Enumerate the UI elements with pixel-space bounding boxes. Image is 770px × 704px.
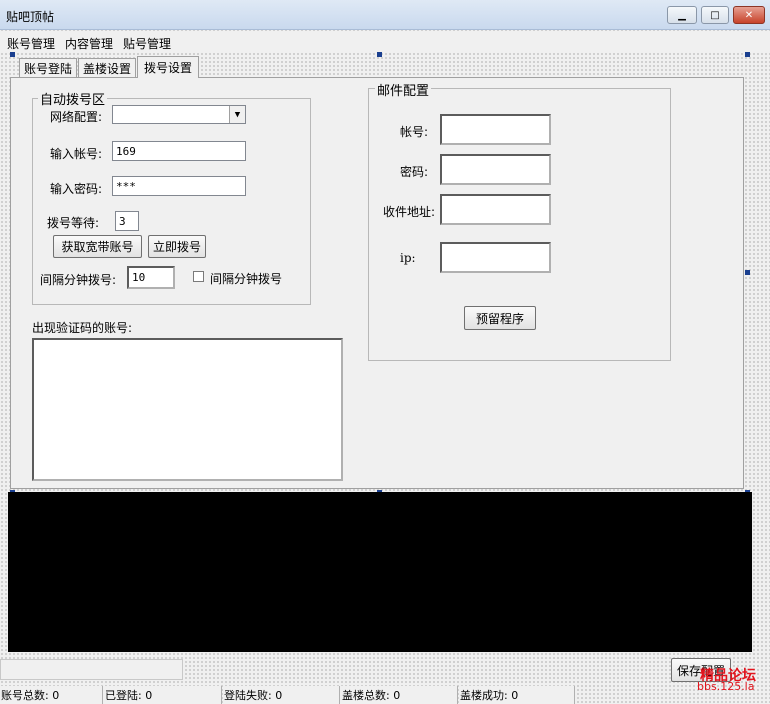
mail-config-legend: 邮件配置 bbox=[375, 80, 432, 99]
chevron-down-icon[interactable]: ▼ bbox=[229, 106, 245, 123]
interval-minutes-value: 10 bbox=[132, 271, 146, 284]
log-output-area[interactable] bbox=[8, 492, 752, 652]
account-input[interactable]: 169 bbox=[112, 141, 246, 161]
minimize-icon: ▁ bbox=[678, 9, 686, 21]
menu-content-manage[interactable]: 内容管理 bbox=[65, 35, 113, 52]
window-title: 贴吧顶帖 bbox=[6, 10, 55, 24]
close-button[interactable]: ✕ bbox=[733, 6, 765, 24]
minimize-button[interactable]: ▁ bbox=[667, 6, 697, 24]
interval-dial-label: 间隔分钟拨号: bbox=[40, 273, 117, 287]
status-login-failed: 登陆失败: 0 bbox=[223, 686, 340, 704]
close-icon: ✕ bbox=[744, 9, 754, 21]
captcha-accounts-list[interactable] bbox=[32, 338, 343, 481]
tab-account-login[interactable]: 账号登陆 bbox=[19, 58, 77, 78]
get-broadband-account-button[interactable]: 获取宽带账号 bbox=[53, 235, 142, 258]
status-total-accounts: 账号总数: 0 bbox=[0, 686, 103, 704]
dial-wait-input[interactable]: 3 bbox=[115, 211, 139, 231]
ip-input[interactable] bbox=[440, 242, 551, 273]
status-floor-success: 盖楼成功: 0 bbox=[459, 686, 575, 704]
password-label: 输入密码: bbox=[50, 182, 103, 196]
auto-dial-legend: 自动拨号区 bbox=[38, 89, 108, 108]
reserve-program-button[interactable]: 预留程序 bbox=[464, 306, 536, 330]
selection-handle bbox=[10, 52, 15, 57]
account-label: 输入帐号: bbox=[50, 147, 103, 161]
selection-handle bbox=[745, 52, 750, 57]
network-config-label: 网络配置: bbox=[50, 110, 103, 124]
ip-label: ip: bbox=[400, 251, 416, 265]
dial-now-button[interactable]: 立即拨号 bbox=[148, 235, 206, 258]
recipient-address-label: 收件地址: bbox=[383, 205, 436, 219]
password-value: *** bbox=[116, 179, 136, 193]
menu-account-manage[interactable]: 账号管理 bbox=[7, 35, 55, 52]
tab-dial-settings[interactable]: 拨号设置 bbox=[137, 56, 199, 78]
maximize-button[interactable]: □ bbox=[701, 6, 729, 24]
tab-floor-settings[interactable]: 盖楼设置 bbox=[78, 58, 136, 78]
status-floor-total: 盖楼总数: 0 bbox=[341, 686, 458, 704]
menu-bar: 账号管理 内容管理 贴号管理 bbox=[0, 31, 770, 53]
selection-handle bbox=[377, 52, 382, 57]
interval-minutes-input[interactable]: 10 bbox=[127, 266, 175, 289]
mail-account-label: 帐号: bbox=[400, 125, 429, 139]
menu-post-manage[interactable]: 贴号管理 bbox=[123, 35, 171, 52]
password-input[interactable]: *** bbox=[112, 176, 246, 196]
mail-password-label: 密码: bbox=[400, 165, 429, 179]
network-config-select[interactable]: ▼ bbox=[112, 105, 246, 124]
account-value: 169 bbox=[116, 144, 136, 158]
interval-dial-checkbox-label: 间隔分钟拨号 bbox=[210, 272, 283, 286]
selection-handle bbox=[745, 270, 750, 275]
dial-wait-value: 3 bbox=[119, 214, 126, 228]
recipient-address-input[interactable] bbox=[440, 194, 551, 225]
maximize-icon: □ bbox=[710, 9, 720, 21]
bottom-input-field[interactable] bbox=[0, 659, 183, 680]
forum-watermark-line2: bbs.125.la bbox=[697, 680, 755, 693]
mail-password-input[interactable] bbox=[440, 154, 551, 185]
captcha-accounts-label: 出现验证码的账号: bbox=[32, 321, 133, 335]
status-logged-in: 已登陆: 0 bbox=[104, 686, 222, 704]
mail-account-input[interactable] bbox=[440, 114, 551, 145]
dial-wait-label: 拨号等待: bbox=[47, 216, 100, 230]
interval-dial-checkbox[interactable] bbox=[193, 271, 204, 282]
title-bar: 贴吧顶帖 ▁ □ ✕ bbox=[0, 0, 770, 30]
